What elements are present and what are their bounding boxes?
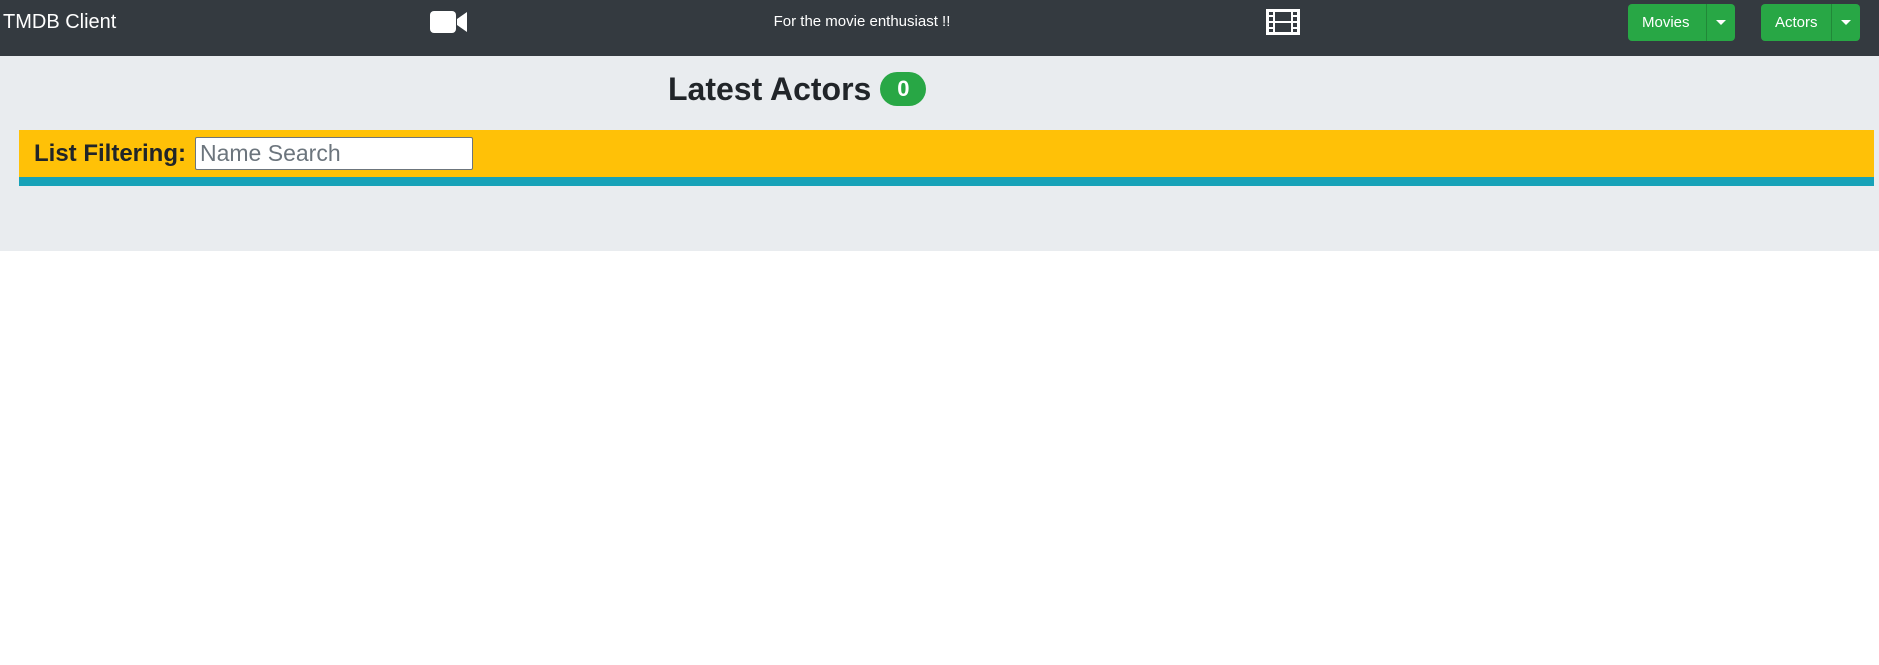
movies-button[interactable]: Movies [1628,4,1706,41]
top-navbar: TMDB Client For the movie enthusiast !! … [0,0,1879,56]
caret-down-icon [1841,20,1851,25]
actors-count-badge: 0 [880,72,927,106]
page-heading: Latest Actors 0 [668,66,927,112]
actors-button[interactable]: Actors [1761,4,1831,41]
jumbotron: Latest Actors 0 List Filtering: [0,56,1879,251]
movies-dropdown-toggle[interactable] [1706,4,1735,41]
name-search-input[interactable] [195,137,473,170]
video-camera-icon [430,11,467,33]
tagline: For the movie enthusiast !! [773,13,951,30]
movies-dropdown: Movies [1628,4,1735,41]
brand-title[interactable]: TMDB Client [3,0,116,44]
actors-dropdown-toggle[interactable] [1831,4,1860,41]
page-title: Latest Actors [668,70,872,107]
filter-label: List Filtering: [34,139,186,167]
actors-dropdown: Actors [1761,4,1860,41]
filter-bar: List Filtering: [19,130,1874,177]
film-icon [1266,9,1300,35]
info-divider [19,177,1874,186]
caret-down-icon [1716,20,1726,25]
